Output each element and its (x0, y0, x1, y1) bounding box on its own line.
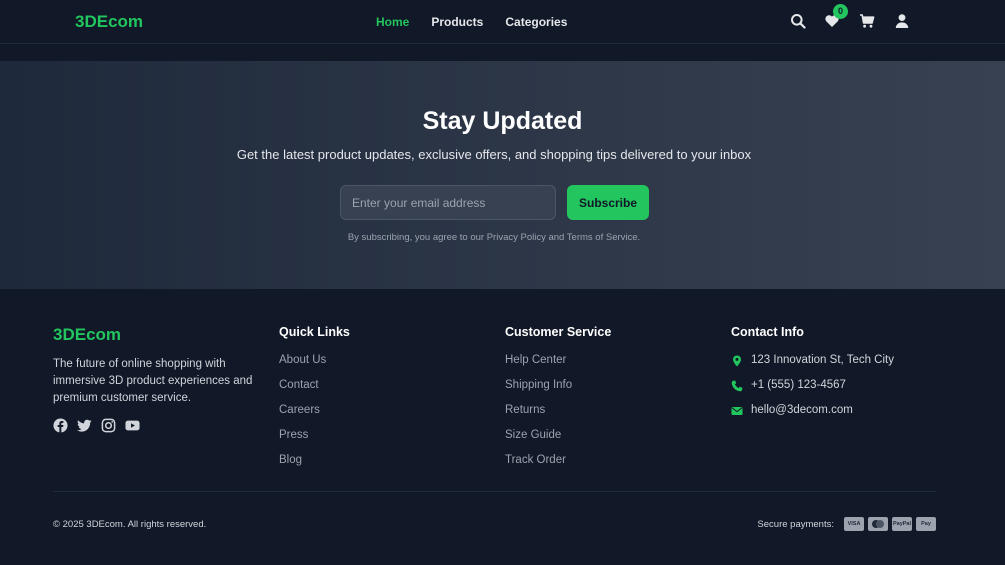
link-contact[interactable]: Contact (279, 379, 326, 404)
link-about-us[interactable]: About Us (279, 354, 326, 379)
link-size-guide[interactable]: Size Guide (505, 429, 572, 454)
newsletter-subtitle: Get the latest product updates, exclusiv… (236, 147, 752, 162)
quick-links-title: Quick Links (279, 325, 350, 339)
map-pin-icon (731, 355, 743, 367)
apple-pay-card-icon: Pay (916, 517, 936, 531)
secure-payments-label: Secure payments: (757, 518, 834, 530)
contact-phone-text[interactable]: +1 (555) 123-4567 (751, 379, 846, 391)
link-shipping-info[interactable]: Shipping Info (505, 379, 572, 404)
email-input[interactable] (340, 185, 556, 220)
youtube-icon[interactable] (125, 418, 140, 433)
twitter-icon[interactable] (77, 418, 92, 433)
wishlist-count-badge: 0 (833, 4, 848, 19)
contact-info-title: Contact Info (731, 325, 804, 339)
envelope-icon (731, 405, 743, 417)
user-icon[interactable] (894, 13, 910, 29)
facebook-icon[interactable] (53, 418, 68, 433)
contact-phone: +1 (555) 123-4567 (731, 379, 894, 404)
link-help-center[interactable]: Help Center (505, 354, 572, 379)
contact-email-text[interactable]: hello@3decom.com (751, 404, 853, 416)
link-blog[interactable]: Blog (279, 454, 326, 479)
link-track-order[interactable]: Track Order (505, 454, 572, 479)
paypal-card-icon: PayPal (892, 517, 912, 531)
footer-logo[interactable]: 3DEcom (53, 325, 121, 345)
customer-service-title: Customer Service (505, 325, 612, 339)
cart-icon[interactable] (859, 13, 875, 29)
instagram-icon[interactable] (101, 418, 116, 433)
link-press[interactable]: Press (279, 429, 326, 454)
newsletter-title: Stay Updated (422, 107, 583, 135)
newsletter-section: Stay Updated Get the latest product upda… (0, 61, 1005, 289)
search-icon[interactable] (790, 13, 806, 29)
customer-service-list: Help Center Shipping Info Returns Size G… (505, 354, 572, 479)
site-logo[interactable]: 3DEcom (75, 12, 143, 32)
footer-description: The future of online shopping with immer… (53, 358, 253, 404)
nav-products[interactable]: Products (431, 15, 483, 29)
nav-categories[interactable]: Categories (505, 15, 567, 29)
newsletter-terms: By subscribing, you agree to our Privacy… (347, 232, 641, 243)
contact-address-text: 123 Innovation St, Tech City (751, 354, 894, 366)
link-returns[interactable]: Returns (505, 404, 572, 429)
secure-payments: Secure payments: VISA PayPal Pay (757, 517, 936, 531)
copyright-text: © 2025 3DEcom. All rights reserved. (53, 519, 207, 530)
contact-email: hello@3decom.com (731, 404, 894, 429)
footer-divider (53, 491, 936, 492)
phone-icon (731, 380, 743, 392)
link-careers[interactable]: Careers (279, 404, 326, 429)
contact-info: 123 Innovation St, Tech City +1 (555) 12… (731, 354, 894, 429)
site-footer: 3DEcom The future of online shopping wit… (0, 289, 1005, 565)
site-header: 3DEcom Home Products Categories 0 (0, 0, 1005, 44)
nav-home[interactable]: Home (376, 15, 409, 29)
social-links (53, 418, 140, 433)
visa-card-icon: VISA (844, 517, 864, 531)
main-nav: Home Products Categories (376, 15, 567, 29)
mastercard-icon (868, 517, 888, 531)
quick-links-list: About Us Contact Careers Press Blog (279, 354, 326, 479)
subscribe-button[interactable]: Subscribe (567, 185, 649, 220)
contact-address: 123 Innovation St, Tech City (731, 354, 894, 379)
